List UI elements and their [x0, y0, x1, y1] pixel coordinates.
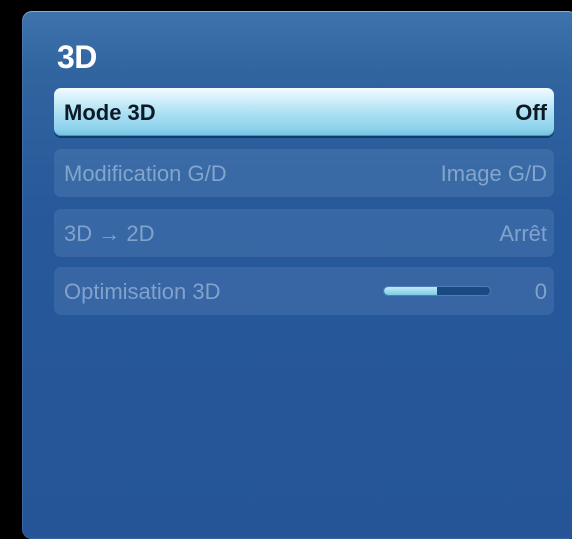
- menu-item-value: Arrêt: [499, 221, 547, 246]
- menu-item-label: Mode 3D: [64, 100, 156, 125]
- menu-item-3d-to-2d[interactable]: 3D → 2D Arrêt: [54, 209, 554, 257]
- menu-item-label: Modification G/D: [64, 161, 227, 186]
- optimisation-slider[interactable]: [384, 287, 490, 295]
- menu-item-optimisation-3d[interactable]: Optimisation 3D 0: [54, 267, 554, 315]
- menu-title: 3D: [57, 39, 97, 75]
- menu-item-value: Off: [515, 100, 547, 125]
- menu-item-value: 0: [534, 279, 547, 304]
- menu-item-mode-3d[interactable]: Mode 3D Off: [54, 88, 554, 136]
- menu-item-value: Image G/D: [440, 161, 547, 186]
- menu-panel: 3D Mode 3D Off Modification G/D Image G/…: [22, 11, 572, 539]
- menu-item-label: Optimisation 3D: [64, 279, 221, 304]
- menu-item-label: 3D → 2D: [64, 221, 155, 246]
- menu-item-modification-gd[interactable]: Modification G/D Image G/D: [54, 149, 554, 197]
- optimisation-slider-fill: [384, 287, 437, 295]
